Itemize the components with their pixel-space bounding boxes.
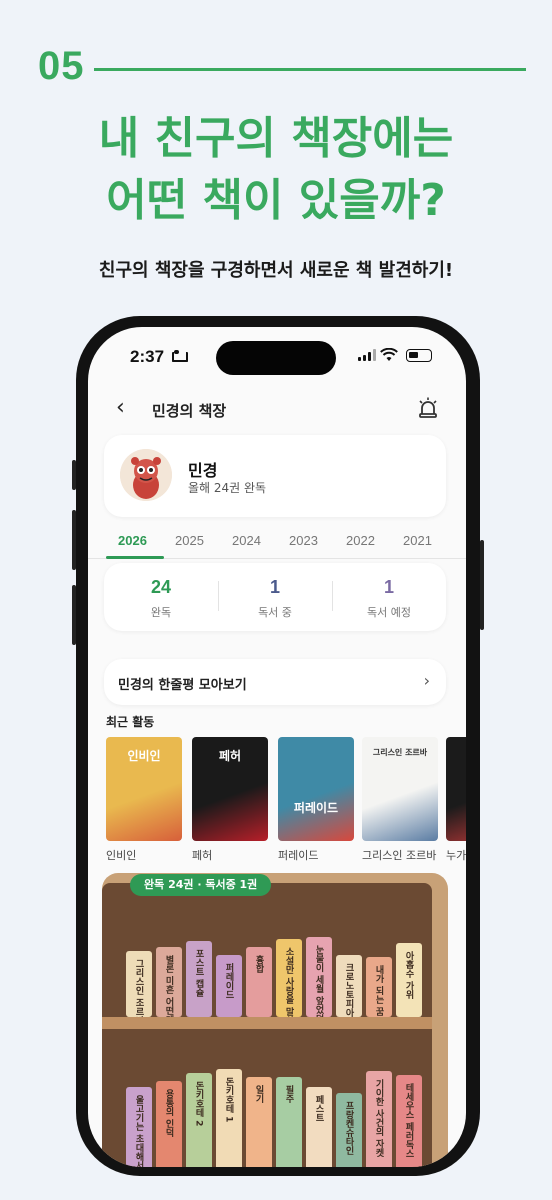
siren-icon[interactable] <box>418 397 438 419</box>
stat-label: 독서 중 <box>258 606 292 619</box>
phone-volume-down-button <box>72 585 76 645</box>
shelf-book-spine[interactable]: 필주 <box>276 1077 302 1167</box>
recent-book-title: 인비인 <box>106 849 137 862</box>
stat-value: 1 <box>383 577 394 597</box>
recent-books: 인비인 인비인 페허 페허 퍼레이드 퍼레이드 그리스인 조르바 그리스인 조르바 누가 <box>106 737 466 867</box>
shelf-book-spine[interactable]: 돈키호테 1 <box>216 1069 242 1167</box>
shelf-summary-badge: 완독 24권 · 독서중 1권 <box>130 874 272 896</box>
shelf-book-spine[interactable]: 크로노토피아: 엘리... <box>336 955 362 1017</box>
profile-summary: 올해 24권 완독 <box>188 481 267 495</box>
cover-title: 인비인 <box>127 749 161 763</box>
signal-icon <box>358 349 376 361</box>
recent-activity-title: 최근 활동 <box>106 715 155 729</box>
step-number: 05 <box>38 44 85 88</box>
recent-book-title: 페허 <box>192 849 213 862</box>
stat-value: 24 <box>150 577 172 597</box>
headline-line2: 어떤 책이 있을까? <box>106 175 446 226</box>
recent-book-title: 누가 <box>446 849 466 862</box>
subtitle: 친구의 책장을 구경하면서 새로운 책 발견하기! <box>98 260 454 281</box>
shelf-book-spine[interactable]: 그리스인 조르바 <box>126 951 152 1017</box>
shelf-book-spine[interactable]: 페스트 <box>306 1087 332 1167</box>
shelf-book-spine[interactable]: 포스트 캡슐 <box>186 941 212 1017</box>
cover-title: 그리스인 조르바 <box>372 747 428 757</box>
recent-book-cover[interactable]: 퍼레이드 <box>278 737 354 841</box>
shelf-book-spine[interactable]: 기이한 사건의 자켓 <box>366 1071 392 1167</box>
stat-item[interactable]: 1 독서 예정 <box>332 563 446 631</box>
reviews-link-label: 민경의 한줄평 모아보기 <box>118 678 247 693</box>
recent-book-cover[interactable]: 인비인 <box>106 737 182 841</box>
sleep-focus-icon <box>172 350 188 362</box>
shelf-book-spine[interactable]: 소설만 사랑을 말하였다 <box>276 939 302 1017</box>
app-screen: 2:37 ‹ 민경의 책장 민경 올해 24권 완독 2026 2025 2024 2… <box>88 327 466 1167</box>
headline-line1: 내 친구의 책장에는 <box>98 113 454 164</box>
chevron-left-icon[interactable]: ‹ <box>116 395 125 420</box>
stat-value: 1 <box>269 577 280 597</box>
recent-book-cover[interactable]: 페허 <box>192 737 268 841</box>
tab-year-2026[interactable]: 2026 <box>104 531 161 557</box>
cover-title: 페허 <box>218 749 242 763</box>
profile-name: 민경 <box>188 461 218 480</box>
shelf-book-spine[interactable]: 아홉수 가위 <box>396 943 422 1017</box>
step-divider <box>94 68 526 71</box>
shelf-book-spine[interactable]: 흉합 <box>246 947 272 1017</box>
stat-item[interactable]: 24 완독 <box>104 563 218 631</box>
status-time: 2:37 <box>130 347 165 366</box>
phone-volume-up-button <box>72 510 76 570</box>
reviews-link[interactable]: 민경의 한줄평 모아보기 › <box>104 659 446 705</box>
recent-book-cover[interactable] <box>446 737 466 841</box>
tab-year-2024[interactable]: 2024 <box>218 531 275 557</box>
stat-label: 완독 <box>150 606 172 619</box>
tab-year-2021[interactable]: 2021 <box>389 531 446 557</box>
shelf-book-spine[interactable]: 테세우스 페러독스 <box>396 1075 422 1167</box>
tab-year-2025[interactable]: 2025 <box>161 531 218 557</box>
shelf-plank <box>102 1017 432 1029</box>
shelf-book-spine[interactable]: 프랑켄슈타인 <box>336 1093 362 1167</box>
chevron-right-icon: › <box>423 671 430 690</box>
shelf-book-spine[interactable]: 눈물이 세월 앞었던다 <box>306 937 332 1017</box>
phone-power-button <box>480 540 484 630</box>
wifi-icon <box>380 347 398 366</box>
stat-item[interactable]: 1 독서 중 <box>218 563 332 631</box>
recent-book-title: 그리스인 조르바 <box>362 849 437 862</box>
tab-year-2023[interactable]: 2023 <box>275 531 332 557</box>
shelf-book-spine[interactable]: 일기 <box>246 1077 272 1167</box>
page-title: 민경의 책장 <box>152 402 227 420</box>
recent-book-title: 퍼레이드 <box>278 849 319 862</box>
stat-label: 독서 예정 <box>367 606 411 619</box>
battery-icon <box>406 349 432 362</box>
shelf-book-spine[interactable]: 용통의 인덕 <box>156 1081 182 1167</box>
reading-stats: 24 완독 1 독서 중 1 독서 예정 <box>104 563 446 631</box>
tab-year-2022[interactable]: 2022 <box>332 531 389 557</box>
shelf-book-spine[interactable]: 내가 되는 꿈 <box>366 957 392 1017</box>
avatar <box>120 449 172 501</box>
phone-mute-button <box>72 460 76 490</box>
recent-book-cover[interactable]: 그리스인 조르바 <box>362 737 438 841</box>
year-tabs: 2026 2025 2024 2023 2022 2021 <box>104 531 466 557</box>
shelf-book-spine[interactable]: 별론 미흔 어떤데 <box>156 947 182 1017</box>
shelf-book-spine[interactable]: 돈키호테 2 <box>186 1073 212 1167</box>
tab-active-indicator <box>106 556 164 559</box>
dynamic-island <box>216 341 336 375</box>
profile-card[interactable]: 민경 올해 24권 완독 <box>104 435 446 517</box>
shelf-book-spine[interactable]: 울고기는 초대해서 <box>126 1087 152 1167</box>
cover-title: 퍼레이드 <box>293 801 339 815</box>
nav-bar: ‹ 민경의 책장 <box>88 391 466 431</box>
shelf-book-spine[interactable]: 퍼레이드 <box>216 955 242 1017</box>
